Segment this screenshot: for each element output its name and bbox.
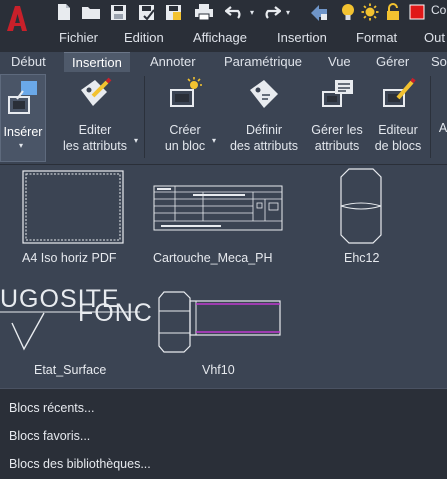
menu-bar: Fichier Edition Affichage Insertion Form… [0, 26, 447, 50]
block-palette: A4 Iso horiz PDF Cartouche_Meca_PH Ehc12… [0, 165, 447, 387]
menu-affichage[interactable]: Affichage [193, 30, 247, 45]
block-etat-surface[interactable]: UGOSITE FONC [0, 279, 152, 359]
create-block-icon [170, 77, 202, 107]
library-blocks-item[interactable]: Blocs des bibliothèques... [9, 457, 151, 471]
block-label-vhf10: Vhf10 [202, 363, 235, 377]
menu-insertion[interactable]: Insertion [277, 30, 327, 45]
block-label-a4: A4 Iso horiz PDF [22, 251, 117, 265]
tab-annoter[interactable]: Annoter [150, 54, 196, 69]
menu-format[interactable]: Format [356, 30, 397, 45]
new-file-icon[interactable] [54, 2, 74, 22]
favorite-blocks-item[interactable]: Blocs favoris... [9, 429, 90, 443]
block-a4-iso-horiz-pdf[interactable] [22, 170, 124, 244]
block-editor-label-1: Editeur [378, 123, 418, 137]
ribbon-panel: Insérer ▾ Editer les attributs ▾ Créer u… [0, 72, 447, 165]
unlock-icon[interactable] [383, 2, 403, 22]
title-bar: ▾ ▾ Co Fichier Edition Affichage Inserti… [0, 0, 447, 52]
block-label-etat-surface: Etat_Surface [34, 363, 107, 377]
create-block-label-1: Créer [169, 123, 201, 137]
define-attributes-label-1: Définir [245, 123, 283, 137]
edit-attributes-button[interactable]: Editer les attributs [56, 76, 134, 154]
insert-dropdown-icon[interactable]: ▾ [19, 141, 23, 150]
create-block-dropdown-icon[interactable]: ▾ [212, 136, 216, 145]
create-block-label-2: un bloc [164, 139, 206, 153]
print-icon[interactable] [192, 2, 216, 22]
recent-blocks-item[interactable]: Blocs récents... [9, 401, 94, 415]
ribbon-tabs: Début Insertion Annoter Paramétrique Vue… [0, 52, 447, 73]
define-attributes-button[interactable]: Définir des attributs [224, 76, 304, 154]
sun-icon[interactable] [360, 2, 380, 22]
open-folder-icon[interactable] [80, 2, 102, 22]
tab-parametrique[interactable]: Paramétrique [224, 54, 302, 69]
tab-insertion[interactable]: Insertion [64, 52, 130, 73]
edit-attributes-icon [81, 77, 112, 106]
layer-color-icon[interactable] [407, 2, 427, 22]
block-ehc12[interactable] [340, 168, 382, 244]
undo-icon[interactable] [224, 2, 246, 22]
insert-block-icon [8, 81, 37, 114]
next-panel-button[interactable]: A [436, 120, 447, 136]
block-editor-button[interactable]: Editeur de blocs [370, 76, 426, 154]
tab-vue[interactable]: Vue [328, 54, 351, 69]
create-block-button[interactable]: Créer un bloc [150, 76, 220, 154]
manage-attributes-icon [322, 80, 353, 107]
menu-outils[interactable]: Out [424, 30, 445, 45]
web-mobile-icon[interactable] [163, 2, 183, 22]
edit-attributes-label-2: les attributs [63, 139, 127, 153]
ribbon-separator [430, 76, 431, 158]
share-icon[interactable] [308, 2, 330, 22]
insert-label: Insérer [3, 125, 43, 139]
ribbon-separator [144, 76, 145, 158]
block-label-cartouche: Cartouche_Meca_PH [153, 251, 273, 265]
edit-attributes-dropdown-icon[interactable]: ▾ [134, 136, 138, 145]
window-title: Co [431, 3, 447, 17]
redo-icon[interactable] [260, 2, 282, 22]
tab-sortie[interactable]: Sor [431, 54, 447, 69]
next-panel-label: A [438, 121, 447, 135]
save-icon[interactable] [108, 2, 128, 22]
edit-attributes-label-1: Editer [78, 123, 112, 137]
block-cartouche-meca-ph[interactable] [153, 185, 283, 231]
block-vhf10[interactable] [158, 291, 282, 353]
manage-attributes-button[interactable]: Gérer les attributs [306, 76, 368, 154]
lightbulb-icon[interactable] [338, 2, 358, 22]
define-attributes-label-2: des attributs [229, 139, 299, 153]
blocks-menu: Blocs récents... Blocs favoris... Blocs … [0, 388, 447, 479]
block-editor-label-2: de blocs [374, 139, 422, 153]
block-editor-icon [383, 77, 416, 107]
save-as-icon[interactable] [136, 2, 156, 22]
block-label-ehc12: Ehc12 [344, 251, 380, 265]
tab-debut[interactable]: Début [11, 54, 46, 69]
insert-block-button[interactable]: Insérer ▾ [0, 74, 46, 162]
menu-edition[interactable]: Edition [124, 30, 164, 45]
tab-gerer[interactable]: Gérer [376, 54, 409, 69]
manage-attributes-label-1: Gérer les [311, 123, 363, 137]
undo-dropdown-icon[interactable]: ▾ [248, 2, 256, 22]
define-attributes-icon [250, 80, 278, 108]
manage-attributes-label-2: attributs [314, 139, 360, 153]
redo-dropdown-icon[interactable]: ▾ [284, 2, 292, 22]
menu-fichier[interactable]: Fichier [59, 30, 98, 45]
